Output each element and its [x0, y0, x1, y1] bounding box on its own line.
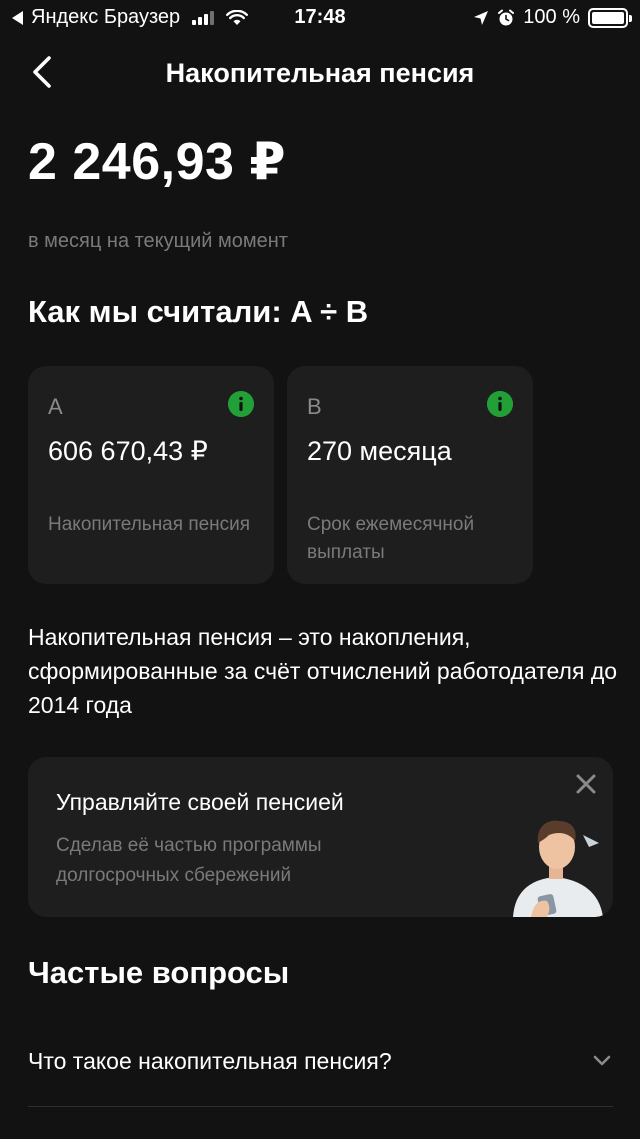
calc-card-a[interactable]: A 606 670,43 ₽ Накопительная пенсия	[28, 366, 274, 584]
location-arrow-icon	[474, 10, 489, 25]
navigation-header: Накопительная пенсия	[0, 48, 640, 98]
faq-question: Что такое накопительная пенсия?	[28, 1048, 392, 1074]
faq-item[interactable]: Что такое накопительная пенсия?	[28, 1036, 613, 1088]
pension-amount-caption: в месяц на текущий момент	[28, 230, 288, 252]
card-label: Срок ежемесячной выплаты	[307, 514, 475, 563]
calc-card-b[interactable]: B 270 месяца Срок ежемесячной выплаты	[287, 366, 533, 584]
calculation-title: Как мы считали: A ÷ B	[28, 294, 369, 329]
person-illustration-icon	[513, 820, 603, 917]
close-icon[interactable]	[573, 771, 599, 797]
promo-title: Управляйте своей пенсией	[56, 789, 344, 815]
status-right: 100 %	[473, 6, 632, 29]
chevron-down-icon[interactable]	[593, 1052, 611, 1070]
info-icon[interactable]	[228, 391, 254, 417]
card-value: 606 670,43 ₽	[48, 436, 208, 466]
alarm-icon	[498, 9, 515, 25]
battery-percent: 100 %	[523, 6, 580, 28]
promo-banner[interactable]: Управляйте своей пенсией Сделав её часть…	[28, 757, 613, 917]
battery-icon	[588, 7, 632, 28]
promo-text: Сделав её частью программы долгосрочных …	[56, 835, 322, 886]
faq-title: Частые вопросы	[28, 955, 290, 990]
status-bar: Яндекс Браузер 17:48 100 %	[0, 0, 640, 36]
divider	[28, 1106, 613, 1107]
card-letter: B	[307, 394, 322, 419]
card-value: 270 месяца	[307, 436, 452, 466]
page-title: Накопительная пенсия	[165, 58, 475, 88]
screen: Яндекс Браузер 17:48 100 % Накопительная…	[0, 0, 640, 1139]
pension-description: Накопительная пенсия – это накопления, с…	[28, 624, 618, 718]
card-label: Накопительная пенсия	[48, 514, 251, 535]
card-letter: A	[48, 394, 63, 419]
pension-amount: 2 246,93 ₽	[28, 133, 287, 191]
info-icon[interactable]	[487, 391, 513, 417]
